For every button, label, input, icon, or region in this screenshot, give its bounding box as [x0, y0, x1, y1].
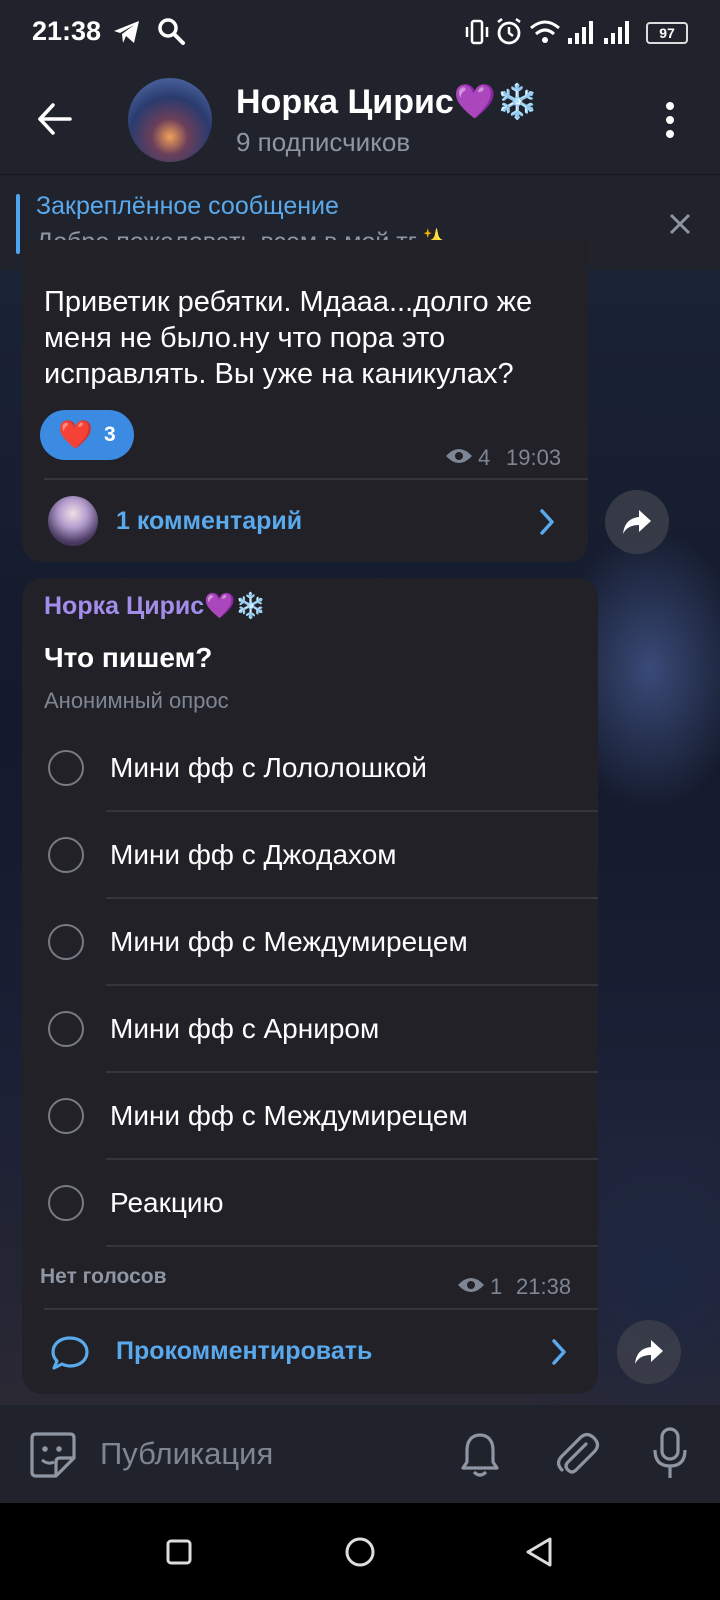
view-count: 4	[478, 445, 491, 470]
divider	[106, 1158, 598, 1160]
subscriber-count: 9 подписчиков	[236, 127, 411, 157]
telegram-icon	[114, 21, 139, 43]
share-icon	[623, 510, 651, 534]
message-text: Приветик ребятки. Мдааа...долго же меня …	[44, 286, 533, 390]
channel-avatar[interactable]	[128, 78, 212, 162]
divider	[44, 478, 588, 480]
channel-title[interactable]: Норка Цирис💜❄️	[236, 82, 538, 122]
poll-option-radio[interactable]	[48, 1185, 84, 1221]
poll-option[interactable]: Реакцию	[110, 1187, 224, 1219]
poll-option[interactable]: Мини фф с Лололошкой	[110, 752, 427, 784]
poll-option-radio[interactable]	[48, 837, 84, 873]
poll-option-radio[interactable]	[48, 1011, 84, 1047]
commenter-avatar	[48, 496, 98, 546]
divider	[106, 1245, 598, 1247]
poll-option[interactable]: Мини фф с Междумирецем	[110, 1100, 468, 1132]
poll-votes-label: Нет голосов	[40, 1265, 167, 1288]
poll-question: Что пишем?	[44, 642, 213, 673]
recents-icon[interactable]	[166, 1539, 192, 1565]
poll-option[interactable]: Мини фф с Джодахом	[110, 839, 397, 871]
status-time: 21:38	[32, 16, 102, 46]
wifi-icon	[530, 20, 560, 43]
heart-reaction-icon: ❤️	[58, 419, 93, 450]
divider	[106, 1071, 598, 1073]
message-time: 21:38	[516, 1274, 572, 1299]
comments-link[interactable]: 1 комментарий	[116, 507, 302, 536]
views-icon	[446, 449, 472, 463]
poll-option-radio[interactable]	[48, 1098, 84, 1134]
signal-2-icon	[604, 21, 629, 44]
view-count: 1	[490, 1274, 503, 1299]
divider	[106, 984, 598, 986]
sticker-icon[interactable]	[28, 1430, 78, 1480]
battery-icon: 97	[646, 22, 688, 44]
comment-button[interactable]: Прокомментировать	[116, 1337, 372, 1366]
poll-type: Анонимный опрос	[44, 688, 229, 713]
back-arrow-icon[interactable]	[36, 100, 74, 138]
notification-bell-icon[interactable]	[458, 1430, 502, 1480]
reaction-count: 3	[104, 423, 116, 446]
poll-option[interactable]: Мини фф с Междумирецем	[110, 926, 468, 958]
vibrate-icon	[465, 19, 489, 45]
divider	[44, 1308, 598, 1310]
message-time: 19:03	[506, 445, 562, 470]
chevron-right-icon	[540, 509, 554, 535]
poll-option-radio[interactable]	[48, 750, 84, 786]
pinned-label: Закреплённое сообщение	[36, 192, 339, 220]
signal-1-icon	[568, 21, 593, 44]
comment-icon	[51, 1336, 89, 1370]
back-nav-icon[interactable]	[524, 1536, 554, 1568]
chevron-right-icon	[552, 1339, 566, 1365]
views-icon	[458, 1278, 484, 1292]
attach-icon[interactable]	[552, 1430, 602, 1480]
poll-option-radio[interactable]	[48, 924, 84, 960]
divider	[106, 810, 598, 812]
share-icon	[635, 1340, 663, 1364]
poll-author: Норка Цирис💜❄️	[44, 592, 267, 620]
poll-option[interactable]: Мини фф с Арниром	[110, 1013, 379, 1045]
divider	[106, 897, 598, 899]
message-input[interactable]: Публикация	[100, 1436, 273, 1472]
search-status-icon	[158, 18, 185, 45]
alarm-icon	[497, 18, 521, 45]
close-icon[interactable]	[668, 212, 692, 236]
more-menu-icon[interactable]	[664, 100, 676, 140]
home-icon[interactable]	[344, 1536, 376, 1568]
microphone-icon[interactable]	[650, 1426, 690, 1482]
pinned-accent-line	[16, 194, 20, 254]
